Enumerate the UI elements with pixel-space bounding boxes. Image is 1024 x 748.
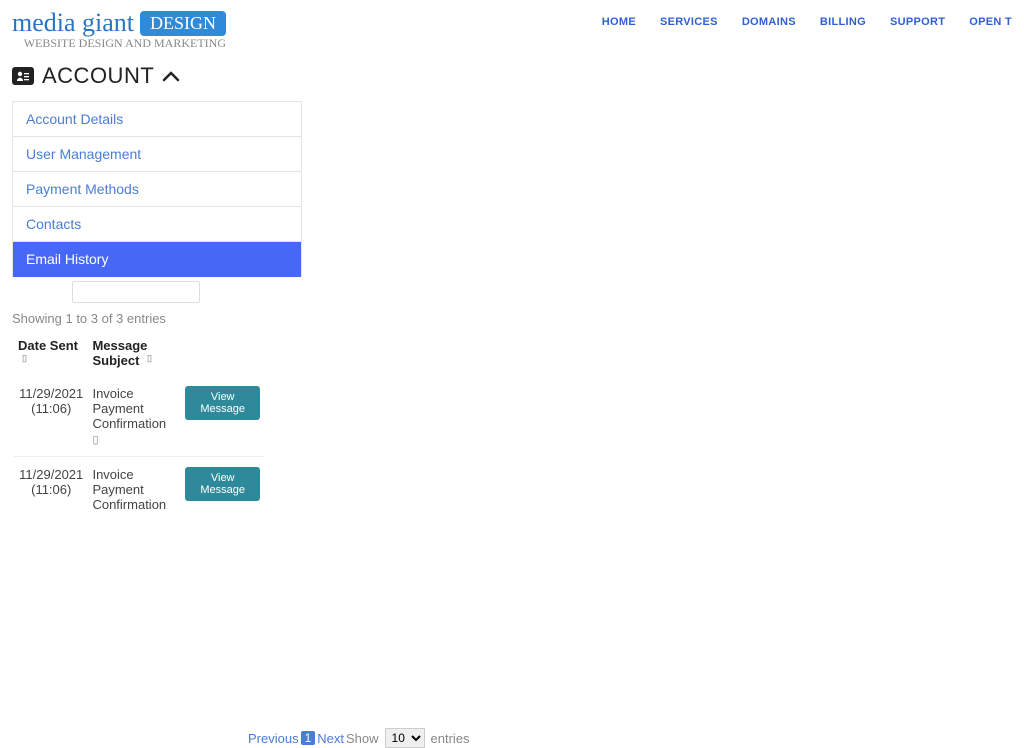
cell-date: 11/29/2021 (11:06) bbox=[14, 376, 88, 457]
col-message-subject[interactable]: Message Subject bbox=[92, 338, 147, 368]
nav-domains[interactable]: DOMAINS bbox=[742, 16, 796, 28]
pagination: Previous 1 Next Show 10 entries bbox=[248, 728, 470, 748]
page-title: ACCOUNT bbox=[42, 63, 154, 89]
nav-support[interactable]: SUPPORT bbox=[890, 16, 945, 28]
entries-info: Showing 1 to 3 of 3 entries bbox=[0, 303, 1024, 328]
tab-contacts[interactable]: Contacts bbox=[13, 207, 301, 242]
nav-billing[interactable]: BILLING bbox=[820, 16, 866, 28]
chevron-up-icon[interactable] bbox=[162, 66, 180, 87]
entries-label: entries bbox=[431, 731, 470, 746]
brand-tagline: WEBSITE DESIGN AND MARKETING bbox=[24, 36, 226, 51]
page-title-row: ACCOUNT bbox=[0, 55, 1024, 101]
show-label: Show bbox=[346, 731, 379, 746]
tab-account-details[interactable]: Account Details bbox=[13, 102, 301, 137]
view-message-button[interactable]: View Message bbox=[185, 467, 260, 501]
tab-user-management[interactable]: User Management bbox=[13, 137, 301, 172]
entries-per-page-select[interactable]: 10 bbox=[385, 728, 425, 748]
pagination-current[interactable]: 1 bbox=[301, 731, 316, 745]
email-history-table: Date Sent ▯ Message Subject ▯ 11/29/2021… bbox=[14, 334, 264, 522]
table-row: 11/29/2021 (11:06) Invoice Payment Confi… bbox=[14, 376, 264, 457]
brand-name: media giant bbox=[12, 8, 134, 38]
cell-subject: Invoice Payment Confirmation bbox=[92, 386, 166, 431]
account-tabs: Account Details User Management Payment … bbox=[12, 101, 302, 277]
account-card-icon bbox=[12, 67, 34, 85]
tab-payment-methods[interactable]: Payment Methods bbox=[13, 172, 301, 207]
nav-open-ticket[interactable]: OPEN T bbox=[969, 16, 1012, 28]
brand-logo[interactable]: media giant DESIGN WEBSITE DESIGN AND MA… bbox=[12, 8, 226, 51]
brand-badge: DESIGN bbox=[140, 11, 226, 36]
header-bar: media giant DESIGN WEBSITE DESIGN AND MA… bbox=[0, 0, 1024, 55]
nav-home[interactable]: HOME bbox=[602, 16, 636, 28]
col-date-sent[interactable]: Date Sent bbox=[18, 338, 78, 353]
cell-date: 11/29/2021 (11:06) bbox=[14, 457, 88, 523]
search-input[interactable] bbox=[72, 281, 200, 303]
sort-icon[interactable]: ▯ bbox=[147, 353, 152, 364]
attachment-icon: ▯ bbox=[92, 434, 98, 446]
table-row: 11/29/2021 (11:06) Invoice Payment Confi… bbox=[14, 457, 264, 523]
sort-icon[interactable]: ▯ bbox=[22, 353, 27, 364]
tab-email-history[interactable]: Email History bbox=[13, 242, 301, 277]
nav-services[interactable]: SERVICES bbox=[660, 16, 718, 28]
pagination-previous[interactable]: Previous bbox=[248, 731, 299, 746]
pagination-next[interactable]: Next bbox=[317, 731, 344, 746]
view-message-button[interactable]: View Message bbox=[185, 386, 260, 420]
cell-subject: Invoice Payment Confirmation bbox=[88, 457, 181, 523]
top-nav: HOME SERVICES DOMAINS BILLING SUPPORT OP… bbox=[602, 8, 1012, 28]
